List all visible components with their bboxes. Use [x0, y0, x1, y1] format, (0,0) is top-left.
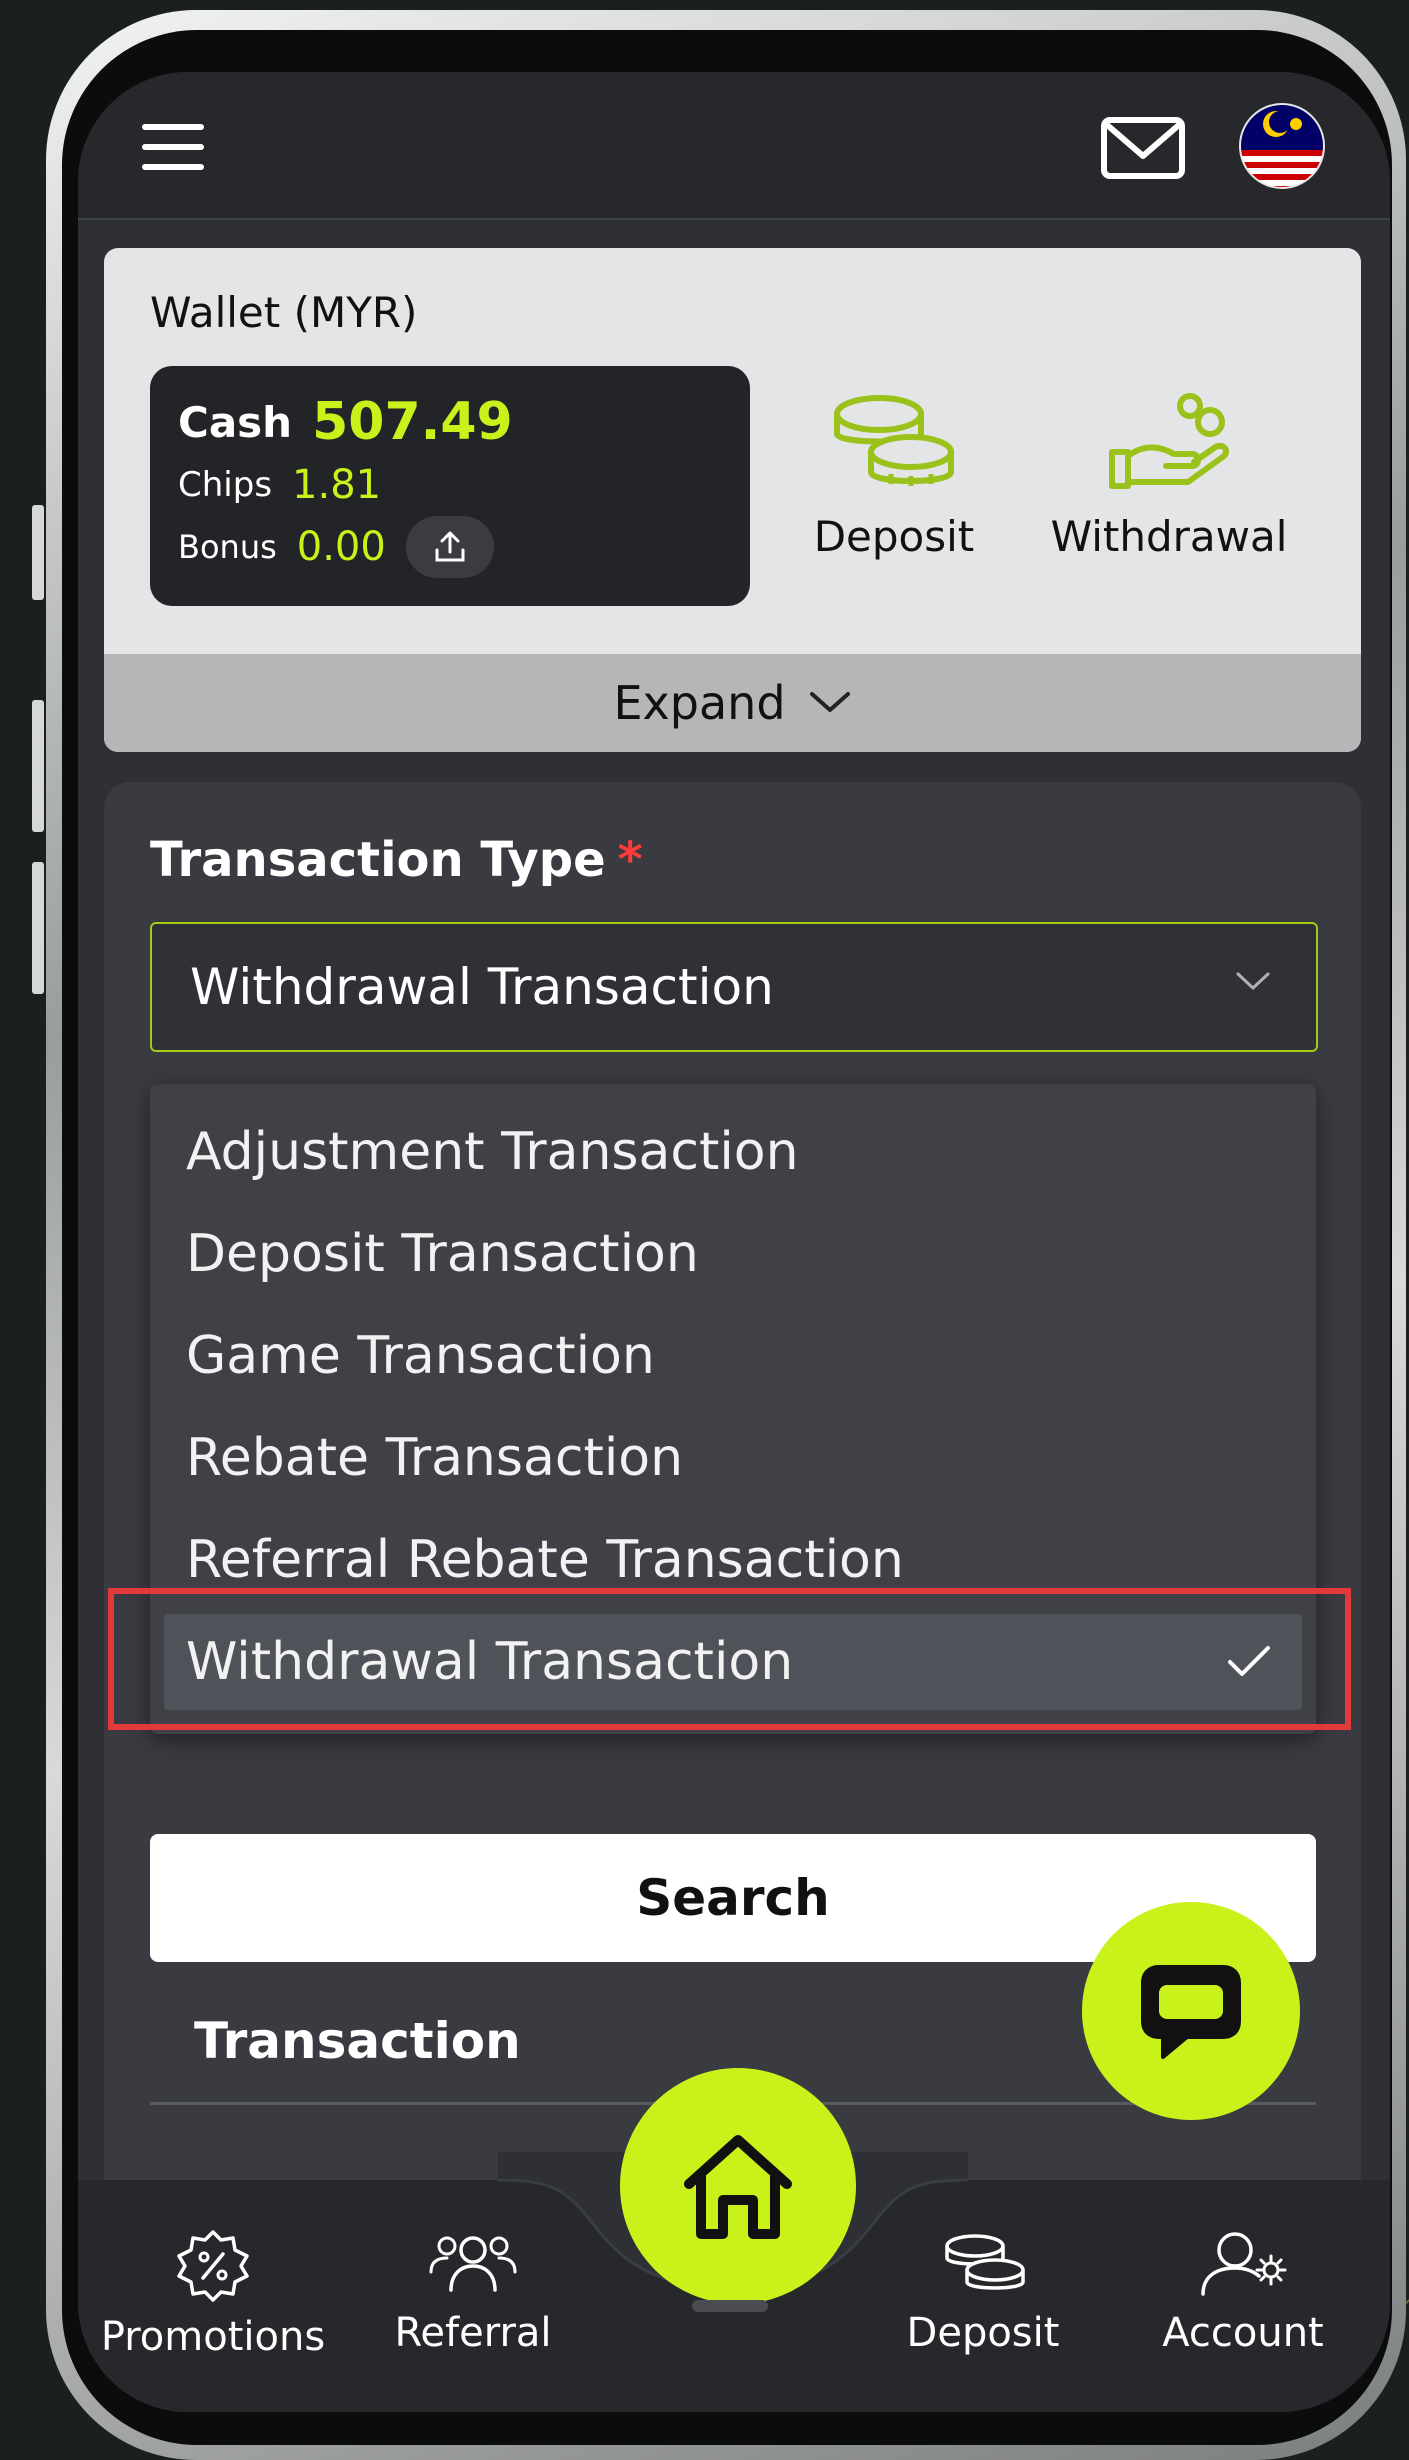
- option-deposit-transaction[interactable]: Deposit Transaction: [150, 1206, 1316, 1302]
- wallet-title: Wallet (MYR): [150, 288, 418, 337]
- required-marker: *: [617, 832, 643, 888]
- chips-value: 1.81: [292, 462, 382, 508]
- option-label: Referral Rebate Transaction: [186, 1530, 904, 1590]
- transaction-type-selected-value: Withdrawal Transaction: [190, 958, 774, 1016]
- option-game-transaction[interactable]: Game Transaction: [150, 1308, 1316, 1404]
- side-button-2: [32, 700, 44, 832]
- nav-referral-label: Referral: [394, 2310, 552, 2356]
- nav-account[interactable]: Account: [1108, 2228, 1378, 2356]
- chevron-down-icon: [1236, 972, 1270, 990]
- wallet-deposit-button[interactable]: Deposit: [764, 392, 1024, 561]
- nav-referral[interactable]: Referral: [338, 2228, 608, 2356]
- account-settings-icon: [1201, 2232, 1287, 2296]
- expand-toggle[interactable]: Expand: [104, 654, 1361, 752]
- nav-promotions-label: Promotions: [100, 2314, 326, 2360]
- expand-label: Expand: [613, 676, 786, 730]
- nav-promotions[interactable]: Promotions: [78, 2228, 348, 2360]
- live-chat-button[interactable]: [1082, 1902, 1300, 2120]
- promotions-badge-icon: [177, 2230, 249, 2302]
- nav-deposit-label: Deposit: [906, 2310, 1060, 2356]
- balance-box: Cash 507.49 Chips 1.81 Bonus 0.00: [150, 366, 750, 606]
- home-button[interactable]: [620, 2068, 856, 2304]
- option-label: Game Transaction: [186, 1326, 655, 1386]
- wallet-deposit-label: Deposit: [813, 512, 975, 561]
- option-adjustment-transaction[interactable]: Adjustment Transaction: [150, 1104, 1316, 1200]
- chevron-down-icon: [809, 692, 850, 712]
- bonus-transfer-button[interactable]: [405, 516, 494, 578]
- chat-bubble-icon: [1141, 1965, 1241, 2059]
- selection-highlight-box: [108, 1588, 1351, 1730]
- nav-deposit[interactable]: Deposit: [848, 2228, 1118, 2356]
- option-label: Adjustment Transaction: [186, 1122, 799, 1182]
- cash-label: Cash: [178, 397, 293, 447]
- transaction-heading: Transaction: [194, 2012, 521, 2070]
- hamburger-icon[interactable]: [142, 124, 204, 170]
- coins-stack-icon: [834, 395, 954, 486]
- wallet-card: Wallet (MYR) Cash 507.49 Chips 1.81 Bonu…: [104, 248, 1361, 752]
- phone-screen: Wallet (MYR) Cash 507.49 Chips 1.81 Bonu…: [78, 72, 1390, 2412]
- chips-row: Chips 1.81: [178, 462, 381, 508]
- side-button-3: [32, 862, 44, 994]
- referral-users-icon: [429, 2236, 517, 2292]
- bonus-label: Bonus: [178, 528, 277, 566]
- wallet-withdrawal-label: Withdrawal: [1050, 512, 1288, 561]
- upload-icon: [435, 531, 465, 562]
- wallet-withdrawal-button[interactable]: Withdrawal: [1039, 392, 1299, 561]
- home-icon: [684, 2135, 792, 2239]
- chips-label: Chips: [178, 465, 273, 505]
- home-indicator: [692, 2300, 768, 2312]
- nav-account-label: Account: [1162, 2310, 1324, 2356]
- transaction-type-label-text: Transaction Type: [150, 832, 606, 888]
- option-rebate-transaction[interactable]: Rebate Transaction: [150, 1410, 1316, 1506]
- option-label: Deposit Transaction: [186, 1224, 699, 1284]
- bonus-value: 0.00: [296, 524, 386, 570]
- option-label: Rebate Transaction: [186, 1428, 684, 1488]
- transaction-type-label: Transaction Type *: [150, 832, 643, 888]
- hand-coins-icon: [1109, 393, 1230, 489]
- side-button-1: [32, 505, 44, 600]
- top-bar: [78, 72, 1390, 220]
- transaction-type-select[interactable]: Withdrawal Transaction: [150, 922, 1318, 1052]
- malaysia-flag-icon[interactable]: [1238, 102, 1326, 190]
- bonus-row: Bonus 0.00: [178, 516, 494, 578]
- cash-value: 507.49: [312, 392, 513, 452]
- deposit-coins-icon: [945, 2234, 1025, 2290]
- mail-icon[interactable]: [1100, 116, 1186, 180]
- cash-row: Cash 507.49: [178, 392, 513, 452]
